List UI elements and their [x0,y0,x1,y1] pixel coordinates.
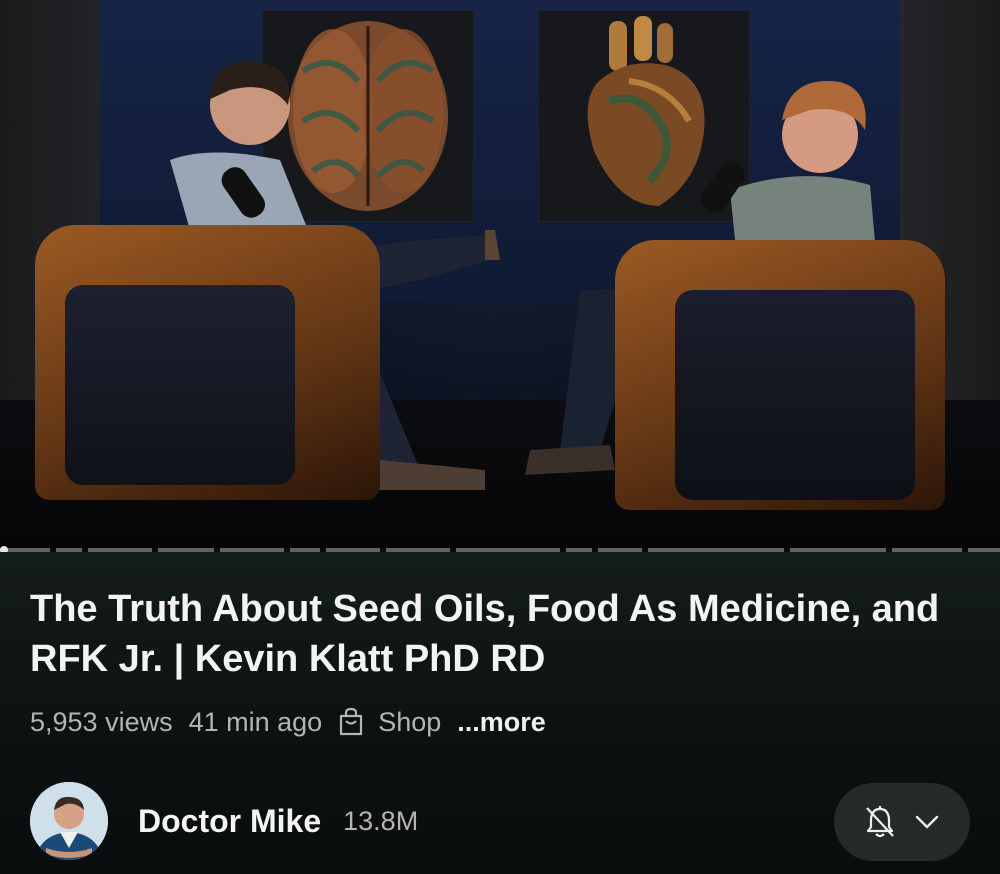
shop-label: Shop [378,706,442,737]
view-count: 5,953 views [30,706,173,737]
shop-link[interactable]: Shop [338,707,441,738]
subscriber-count: 13.8M [343,805,419,836]
chair-right [615,240,945,510]
doctor-avatar [30,782,108,860]
subscribed-notifications-button[interactable] [834,783,970,861]
microphone-left [221,167,265,218]
microphone-right [701,162,745,213]
channel-avatar[interactable] [30,782,108,860]
chair-left [35,225,380,500]
bell-off-icon [866,806,894,838]
channel-row[interactable]: Doctor Mike 13.8M [30,782,418,860]
video-info-panel: The Truth About Seed Oils, Food As Medic… [0,552,1000,874]
upload-time: 41 min ago [188,706,323,737]
video-metadata[interactable]: 5,953 views 41 min ago Shop ...more [30,702,562,742]
chevron-down-icon [915,815,939,829]
video-title[interactable]: The Truth About Seed Oils, Food As Medic… [30,584,960,684]
video-player[interactable] [0,0,1000,548]
shopping-bag-icon [340,707,363,736]
channel-name[interactable]: Doctor Mike [138,803,321,840]
more-button[interactable]: ...more [457,707,546,738]
